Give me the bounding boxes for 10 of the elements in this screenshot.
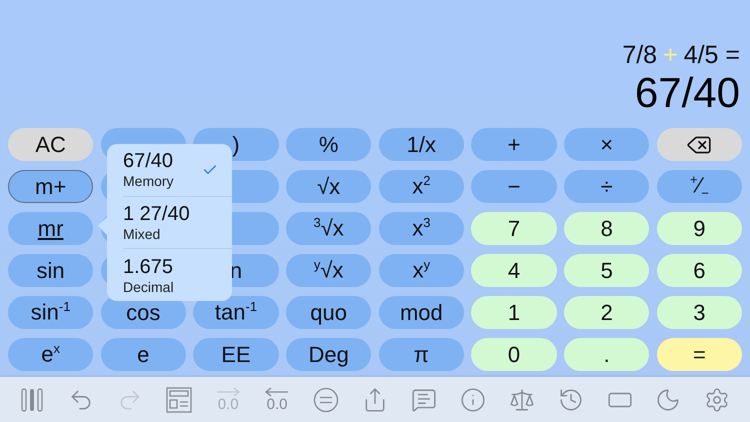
operand: 7/8 (622, 40, 658, 70)
popover-value: 67/40 (123, 150, 174, 174)
result: 67/40 (634, 70, 740, 116)
operand: 4/5 = (684, 40, 740, 70)
popover-value: 1.675 (123, 256, 174, 279)
operator: + (663, 40, 678, 70)
popover-label: Memory (123, 173, 175, 190)
popover-label: Decimal (123, 278, 175, 295)
popover-value: 1 27/40 (123, 203, 191, 226)
popover-label: Mixed (123, 226, 162, 242)
